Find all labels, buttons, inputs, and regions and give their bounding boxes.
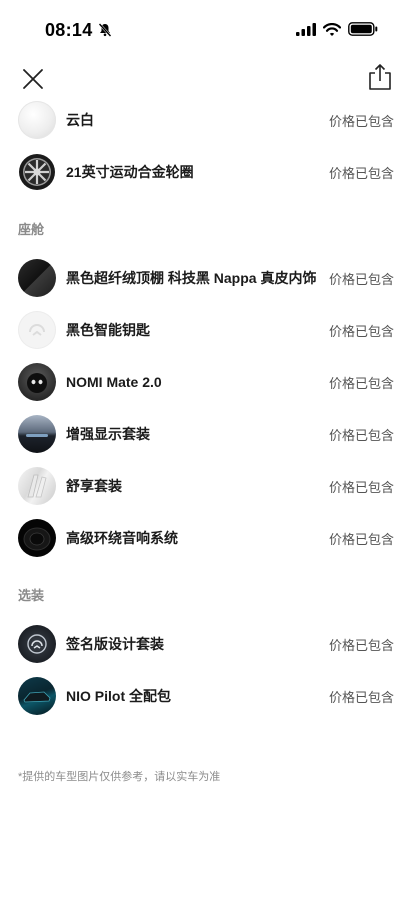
list-item: 增强显示套装 价格已包含 bbox=[0, 408, 414, 460]
speaker-icon bbox=[23, 527, 51, 551]
car-icon bbox=[23, 691, 51, 703]
list-item: 21英寸运动合金轮圈 价格已包含 bbox=[0, 146, 414, 198]
list-item: 签名版设计套装 价格已包含 bbox=[0, 618, 414, 670]
item-price: 价格已包含 bbox=[328, 113, 394, 129]
list-item: 云白 价格已包含 bbox=[0, 94, 414, 146]
close-icon[interactable] bbox=[19, 65, 47, 93]
signal-icon bbox=[296, 22, 316, 36]
list-item: 高级环绕音响系统 价格已包含 bbox=[0, 512, 414, 564]
wifi-icon bbox=[323, 22, 341, 36]
list-item: NOMI Mate 2.0 价格已包含 bbox=[0, 356, 414, 408]
list-item: 黑色智能钥匙 价格已包含 bbox=[0, 304, 414, 356]
seat-thumbnail bbox=[18, 467, 56, 505]
wheel-thumbnail bbox=[18, 153, 56, 191]
item-price: 价格已包含 bbox=[328, 375, 394, 391]
item-label: 增强显示套装 bbox=[66, 426, 150, 442]
item-price: 价格已包含 bbox=[328, 531, 394, 547]
signature-badge-icon bbox=[27, 634, 47, 654]
nio-logo-icon bbox=[29, 324, 45, 336]
item-price: 价格已包含 bbox=[328, 271, 394, 287]
item-label: 黑色智能钥匙 bbox=[66, 322, 150, 338]
section-title: 座舱 bbox=[18, 222, 45, 237]
nomi-thumbnail bbox=[18, 363, 56, 401]
dashboard-icon bbox=[26, 434, 48, 437]
list-item: 黑色超纤绒顶棚 科技黑 Nappa 真皮内饰 价格已包含 bbox=[0, 252, 414, 304]
nomi-face-icon bbox=[27, 373, 47, 393]
section-title: 选装 bbox=[18, 588, 45, 603]
list-item: 舒享套装 价格已包含 bbox=[0, 460, 414, 512]
item-label: 黑色超纤绒顶棚 科技黑 Nappa 真皮内饰 bbox=[66, 270, 317, 286]
hud-thumbnail bbox=[18, 415, 56, 453]
status-bar: 08:14 bbox=[0, 0, 414, 60]
battery-icon bbox=[348, 22, 378, 36]
item-label: 云白 bbox=[66, 112, 94, 128]
pilot-thumbnail bbox=[18, 677, 56, 715]
item-label: NIO Pilot 全配包 bbox=[66, 688, 171, 704]
seat-icon bbox=[27, 474, 47, 498]
item-price: 价格已包含 bbox=[328, 689, 394, 705]
key-thumbnail bbox=[18, 311, 56, 349]
list-item: NIO Pilot 全配包 价格已包含 bbox=[0, 670, 414, 722]
item-price: 价格已包含 bbox=[328, 479, 394, 495]
color-thumbnail bbox=[18, 101, 56, 139]
item-price: 价格已包含 bbox=[328, 637, 394, 653]
bell-muted-icon bbox=[98, 23, 112, 37]
share-icon[interactable] bbox=[366, 62, 394, 92]
wheel-icon bbox=[19, 154, 55, 190]
disclaimer-text: *提供的车型图片仅供参考，请以实车为准 bbox=[18, 771, 221, 783]
speaker-thumbnail bbox=[18, 519, 56, 557]
item-label: 舒享套装 bbox=[66, 478, 122, 494]
section-header-cabin: 座舱 bbox=[0, 198, 414, 252]
item-price: 价格已包含 bbox=[328, 427, 394, 443]
interior-thumbnail bbox=[18, 259, 56, 297]
section-header-options: 选装 bbox=[0, 564, 414, 618]
status-time: 08:14 bbox=[45, 20, 93, 40]
item-label: NOMI Mate 2.0 bbox=[66, 374, 162, 390]
config-list: 云白 价格已包含 21英寸运动合金轮圈 价格已包含 座舱 黑色超纤绒顶棚 科技黑… bbox=[0, 94, 414, 722]
item-price: 价格已包含 bbox=[328, 323, 394, 339]
item-label: 高级环绕音响系统 bbox=[66, 530, 178, 546]
signature-thumbnail bbox=[18, 625, 56, 663]
item-label: 签名版设计套装 bbox=[66, 636, 164, 652]
item-price: 价格已包含 bbox=[328, 165, 394, 181]
item-label: 21英寸运动合金轮圈 bbox=[66, 164, 194, 180]
